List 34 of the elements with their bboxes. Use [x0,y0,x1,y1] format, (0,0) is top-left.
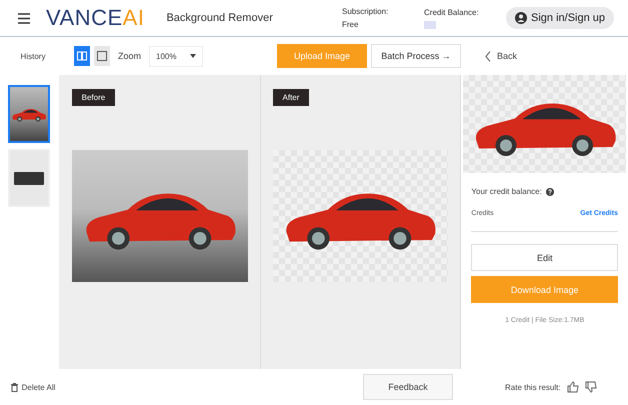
view-toggle[interactable] [74,46,90,66]
menu-icon[interactable] [18,12,30,24]
edit-button[interactable]: Edit [471,244,618,271]
subscription-value: Free [342,20,360,29]
zoom-dropdown[interactable]: 100% [149,46,204,66]
single-view-icon [97,51,107,61]
before-label: Before [72,89,116,106]
product-title: Background Remover [166,12,274,24]
keyboard-drawing [14,172,44,184]
blurred-value [424,20,436,28]
history-thumbnail[interactable] [8,149,50,207]
credit-balance-text: Your credit balance: [471,187,542,196]
after-label: After [272,89,310,106]
sign-in-button[interactable]: Sign in/Sign up [506,7,614,29]
zoom-label: Zoom [118,51,142,61]
thumbs-down-icon[interactable] [584,381,597,393]
split-view-icon [77,51,87,61]
feedback-button[interactable]: Feedback [363,374,453,400]
logo: VANCEAI [46,5,144,31]
caret-icon [190,54,196,58]
credit-balance-label: Credit Balance: [424,8,480,16]
help-icon [546,188,554,196]
subscription-label: Subscription: [342,7,390,16]
thumbs-up-icon[interactable] [566,381,579,393]
user-icon [515,12,527,24]
back-button[interactable]: Back [479,50,524,62]
rate-text: Rate this result: [505,382,561,392]
view-toggle[interactable] [94,46,110,66]
history-thumbnail[interactable] [8,85,50,143]
batch-process-button[interactable]: Batch Process → [371,44,461,68]
chevron-left-icon [485,50,491,62]
trash-icon [10,382,18,392]
delete-all-button[interactable]: Delete All [0,382,66,392]
history-label: History [20,52,46,60]
